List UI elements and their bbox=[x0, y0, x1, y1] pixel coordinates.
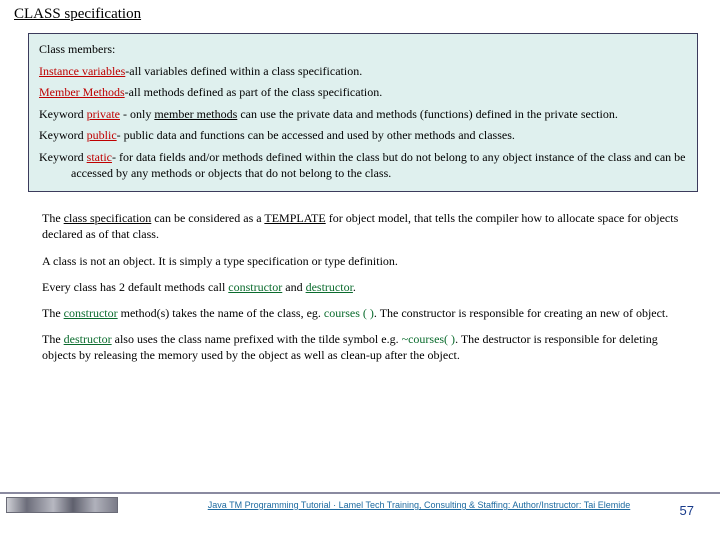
term-template: TEMPLATE bbox=[264, 211, 325, 225]
kw-public: public bbox=[87, 128, 117, 142]
text: The bbox=[42, 306, 64, 320]
p-member-methods: Member Methods-all methods defined as pa… bbox=[39, 85, 687, 101]
term-destructor-2: destructor bbox=[64, 332, 112, 346]
p-instance-vars: Instance variables-all variables defined… bbox=[39, 64, 687, 80]
text: The bbox=[42, 211, 64, 225]
term-member-methods-u: member methods bbox=[154, 107, 237, 121]
text: . The constructor is responsible for cre… bbox=[374, 306, 668, 320]
text: The bbox=[42, 332, 64, 346]
kw-private: private bbox=[87, 107, 120, 121]
p-static-line2: accessed by any methods or objects that … bbox=[39, 166, 687, 182]
explanation-box: The class specification can be considere… bbox=[36, 210, 698, 363]
text: can be considered as a bbox=[151, 211, 264, 225]
term-class-spec: class specification bbox=[64, 211, 152, 225]
eg-tilde-courses: ~courses( ) bbox=[402, 332, 455, 346]
page-title: CLASS specification bbox=[0, 0, 720, 25]
kw-static: static bbox=[87, 150, 112, 164]
p-class-members: Class members: bbox=[39, 42, 687, 58]
text: -all methods defined as part of the clas… bbox=[125, 85, 383, 99]
term-member-methods: Member Methods bbox=[39, 85, 125, 99]
term-constructor: constructor bbox=[228, 280, 282, 294]
p-not-object: A class is not an object. It is simply a… bbox=[42, 253, 692, 269]
text: Keyword bbox=[39, 128, 87, 142]
text: Keyword bbox=[39, 107, 87, 121]
text: - only bbox=[120, 107, 154, 121]
text: Every class has 2 default methods call bbox=[42, 280, 228, 294]
text: method(s) takes the name of the class, e… bbox=[118, 306, 324, 320]
footer-decoration bbox=[6, 497, 118, 513]
p-template: The class specification can be considere… bbox=[42, 210, 692, 242]
text: . bbox=[353, 280, 356, 294]
footer-text: Java TM Programming Tutorial · Lamel Tec… bbox=[118, 500, 720, 510]
page-number: 57 bbox=[680, 503, 694, 518]
p-private: Keyword private - only member methods ca… bbox=[39, 107, 687, 123]
term-constructor-2: constructor bbox=[64, 306, 118, 320]
text: also uses the class name prefixed with t… bbox=[112, 332, 402, 346]
term-destructor: destructor bbox=[306, 280, 353, 294]
text: -all variables defined within a class sp… bbox=[125, 64, 362, 78]
text: - public data and functions can be acces… bbox=[117, 128, 515, 142]
text: can use the private data and methods (fu… bbox=[237, 107, 618, 121]
footer: Java TM Programming Tutorial · Lamel Tec… bbox=[0, 492, 720, 516]
class-members-box: Class members: Instance variables-all va… bbox=[28, 33, 698, 192]
p-defaults: Every class has 2 default methods call c… bbox=[42, 279, 692, 295]
term-instance-variables: Instance variables bbox=[39, 64, 125, 78]
eg-courses: courses ( ) bbox=[324, 306, 374, 320]
text: Keyword bbox=[39, 150, 87, 164]
text: and bbox=[282, 280, 305, 294]
p-static-line1: Keyword static- for data fields and/or m… bbox=[39, 150, 687, 166]
text: - for data fields and/or methods defined… bbox=[112, 150, 686, 164]
p-destructor: The destructor also uses the class name … bbox=[42, 331, 692, 363]
p-constructor: The constructor method(s) takes the name… bbox=[42, 305, 692, 321]
p-public: Keyword public- public data and function… bbox=[39, 128, 687, 144]
